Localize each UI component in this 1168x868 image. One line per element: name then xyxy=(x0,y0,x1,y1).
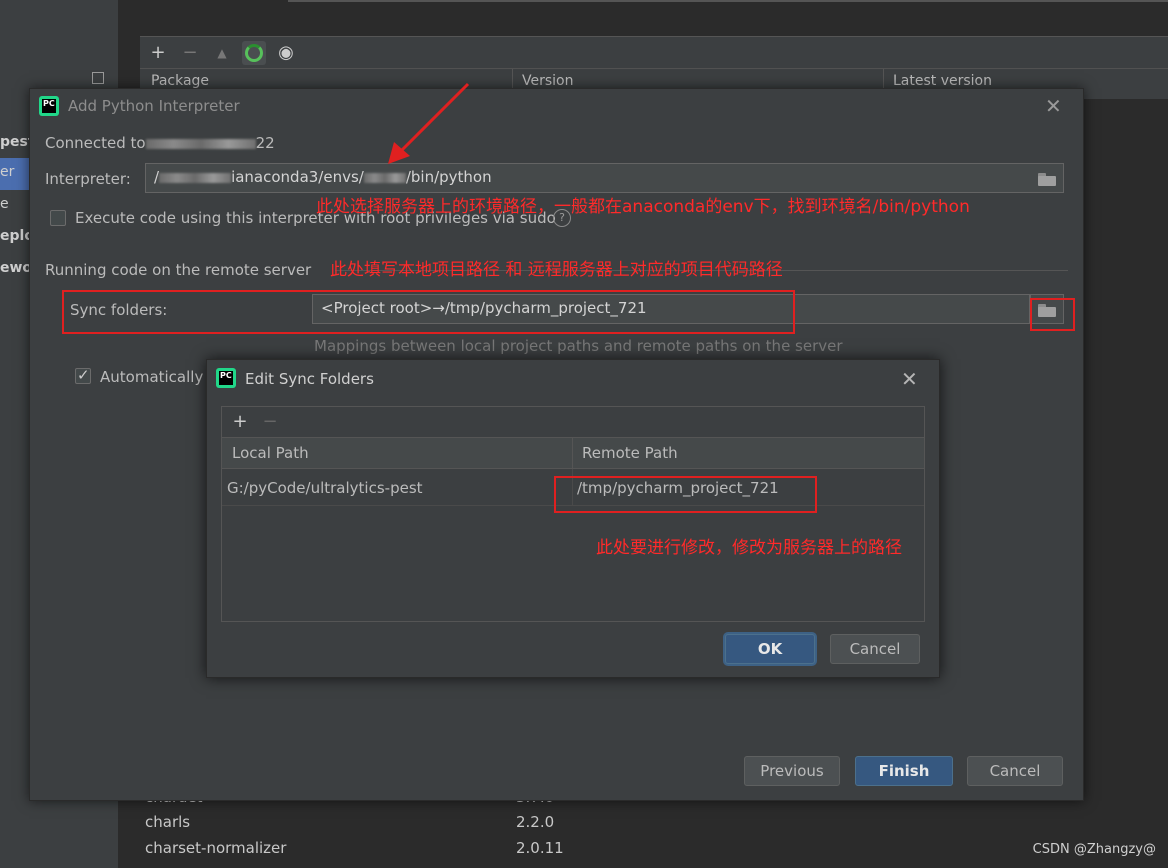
package-version: 2.0.11 xyxy=(516,839,564,857)
pycharm-icon: PC xyxy=(216,368,236,388)
pycharm-icon: PC xyxy=(39,96,59,116)
minus-icon[interactable]: − xyxy=(178,41,202,65)
edit-sync-folders-dialog: PC Edit Sync Folders ✕ + − Local Path Re… xyxy=(206,359,940,678)
dialog-title: Add Python Interpreter xyxy=(68,97,240,115)
auto-upload-label: Automatically u xyxy=(100,368,218,386)
connected-label: Connected to 22 xyxy=(45,134,275,152)
top-field-edge xyxy=(288,0,1168,2)
column-local-path[interactable]: Local Path xyxy=(232,444,309,462)
column-package[interactable]: Package xyxy=(151,73,209,89)
column-remote-path[interactable]: Remote Path xyxy=(582,444,678,462)
eye-icon[interactable]: ◉ xyxy=(274,41,298,65)
previous-button[interactable]: Previous xyxy=(744,756,840,786)
plus-icon[interactable]: + xyxy=(146,41,170,65)
package-toolbar: + − ▲ ◉ xyxy=(140,36,1168,69)
cancel-button[interactable]: Cancel xyxy=(967,756,1063,786)
browse-highlight xyxy=(1030,298,1075,331)
sync-annotation: 此处填写本地项目路径 和 远程服务器上对应的项目代码路径 xyxy=(330,260,783,280)
column-latest-version[interactable]: Latest version xyxy=(893,73,992,89)
close-icon[interactable]: ✕ xyxy=(1045,94,1062,118)
local-path-cell[interactable]: G:/pyCode/ultralytics-pest xyxy=(227,479,423,497)
up-icon[interactable]: ▲ xyxy=(210,41,234,65)
plus-icon[interactable]: + xyxy=(228,410,252,434)
sync-table: + − Local Path Remote Path G:/pyCode/ult… xyxy=(221,406,925,622)
sync-folders-highlight xyxy=(62,290,795,334)
close-icon[interactable]: ✕ xyxy=(901,367,918,391)
section-title: Running code on the remote server xyxy=(45,261,312,279)
remote-path-highlight xyxy=(554,476,817,513)
window-icon[interactable] xyxy=(92,72,104,84)
sync-dialog-title: Edit Sync Folders xyxy=(245,370,374,388)
package-name: charset-normalizer xyxy=(145,839,287,857)
remote-annotation: 此处要进行修改，修改为服务器上的路径 xyxy=(596,538,902,558)
interpreter-annotation: 此处选择服务器上的环境路径，一般都在anaconda的env下，找到环境名/bi… xyxy=(316,197,970,217)
auto-upload-checkbox[interactable] xyxy=(75,366,91,384)
sidebar-item[interactable]: er xyxy=(0,164,14,180)
ok-button[interactable]: OK xyxy=(725,634,815,664)
package-name: charls xyxy=(145,813,191,831)
interpreter-field[interactable]: / ianaconda3/envs//bin/python xyxy=(145,163,1064,193)
sidebar-item[interactable]: e xyxy=(0,196,9,212)
sync-table-header: Local Path Remote Path xyxy=(222,437,924,469)
refresh-icon[interactable] xyxy=(242,41,266,65)
interpreter-label: Interpreter: xyxy=(45,170,131,188)
package-version: 2.2.0 xyxy=(516,813,555,831)
sync-hint: Mappings between local project paths and… xyxy=(314,337,843,355)
sidebar-item[interactable]: ewo xyxy=(0,260,32,276)
finish-button[interactable]: Finish xyxy=(855,756,953,786)
sync-cancel-button[interactable]: Cancel xyxy=(830,634,920,664)
column-version[interactable]: Version xyxy=(522,73,573,89)
sync-table-toolbar: + − xyxy=(222,407,924,437)
minus-icon[interactable]: − xyxy=(258,410,282,434)
watermark: CSDN @Zhangzy@ xyxy=(1032,842,1156,857)
sudo-checkbox[interactable] xyxy=(50,210,66,226)
folder-icon[interactable] xyxy=(1038,173,1056,186)
annotation-arrow xyxy=(388,82,470,164)
